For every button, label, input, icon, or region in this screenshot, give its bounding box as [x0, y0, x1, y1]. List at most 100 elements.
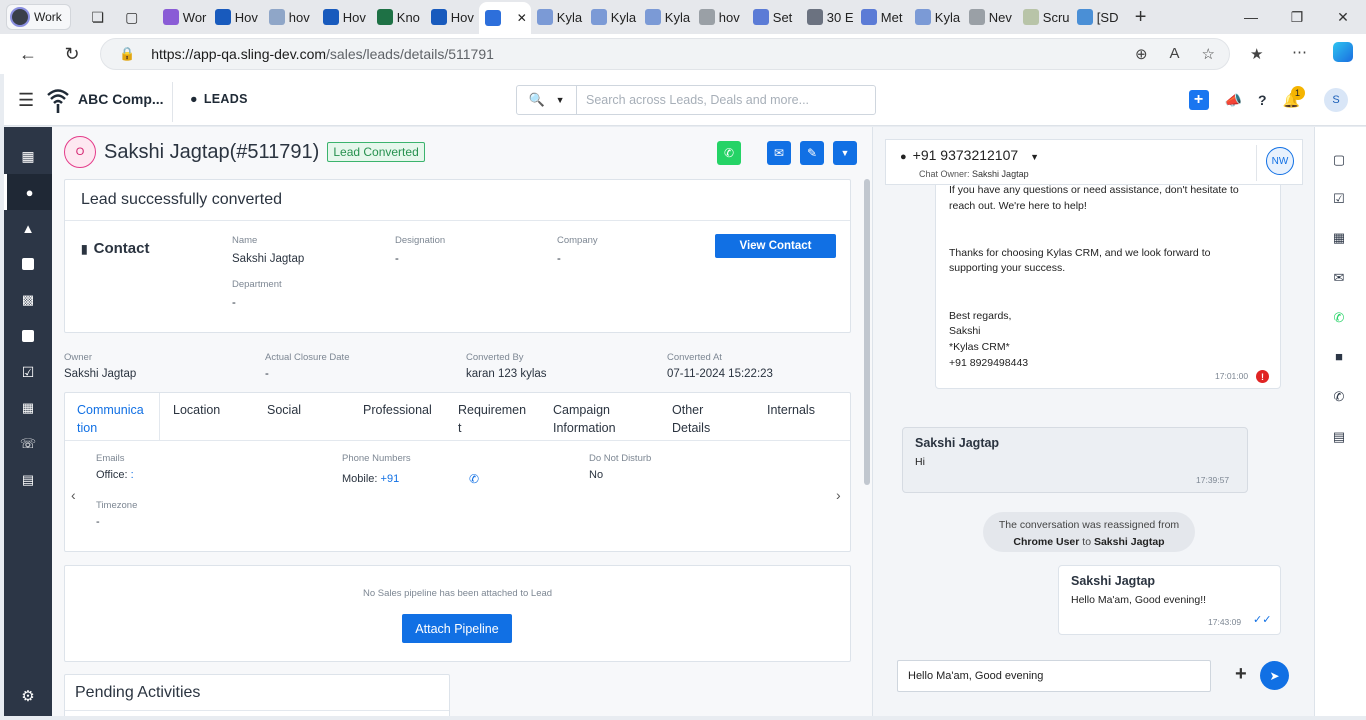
nav-dashboard[interactable]: ▦: [4, 138, 52, 174]
nav-calls[interactable]: ☏: [4, 426, 52, 462]
chevron-down-icon: ▼: [840, 148, 850, 158]
favorite-star-icon[interactable]: ☆: [1202, 45, 1215, 63]
browser-tab[interactable]: 30 E: [801, 3, 855, 31]
module-title: ● LEADS: [190, 92, 248, 106]
notes-icon[interactable]: ▢: [1329, 150, 1349, 170]
workspaces-icon[interactable]: ❏: [87, 6, 109, 28]
browser-tab[interactable]: hov: [693, 3, 747, 31]
refresh-button[interactable]: ↻: [56, 38, 88, 70]
person-icon: ●: [25, 184, 34, 200]
tab-location[interactable]: Location: [173, 401, 220, 419]
nav-companies[interactable]: ▩: [4, 282, 52, 318]
call-phone-icon[interactable]: ✆: [469, 472, 479, 486]
browser-tab[interactable]: Hov: [209, 3, 263, 31]
tab-social[interactable]: Social: [267, 401, 301, 419]
field-value: -: [232, 297, 236, 309]
tab-actions-icon[interactable]: ▢: [121, 6, 143, 28]
send-button[interactable]: ➤: [1260, 661, 1289, 690]
favorites-icon[interactable]: ★: [1250, 45, 1263, 63]
quick-add-button[interactable]: +: [1188, 90, 1209, 110]
browser-tab[interactable]: Nev: [963, 3, 1017, 31]
nav-leads[interactable]: ●: [4, 174, 52, 210]
url-field[interactable]: 🔒 https://app-qa.sling-dev.com/sales/lea…: [100, 38, 1230, 70]
email-button[interactable]: ✉: [767, 141, 791, 165]
browser-tab[interactable]: Hov: [425, 3, 479, 31]
browser-tab[interactable]: Met: [855, 3, 909, 31]
user-avatar[interactable]: S: [1324, 88, 1348, 112]
chat-bubble-icon[interactable]: ■: [1329, 346, 1349, 366]
tasks-icon[interactable]: ☑: [1329, 189, 1349, 209]
copilot-icon[interactable]: [1333, 42, 1353, 62]
chart-icon: ▤: [21, 472, 35, 487]
view-contact-button[interactable]: View Contact: [715, 234, 836, 258]
browser-tab[interactable]: Kyla: [639, 3, 693, 31]
error-icon[interactable]: !: [1256, 370, 1269, 383]
more-actions-button[interactable]: ▼: [833, 141, 857, 165]
more-menu-icon[interactable]: ⋯: [1292, 43, 1307, 61]
agent-avatar[interactable]: NW: [1266, 147, 1294, 175]
read-aloud-icon[interactable]: A: [1170, 45, 1180, 63]
tab-professional[interactable]: Professional: [363, 401, 432, 419]
main-scrollbar[interactable]: [864, 179, 870, 485]
lock-icon[interactable]: 🔒: [119, 46, 135, 62]
browser-tab[interactable]: Set: [747, 3, 801, 31]
browser-profile-button[interactable]: Work: [6, 4, 71, 30]
tab-label: hov: [718, 9, 740, 25]
message-line: If you have any questions or need assist…: [949, 185, 1239, 196]
browser-tab[interactable]: Kyla: [585, 3, 639, 31]
browser-tab[interactable]: [SD: [1071, 3, 1125, 31]
calendar-icon[interactable]: ▦: [1329, 228, 1349, 248]
restore-button[interactable]: ❐: [1274, 0, 1320, 34]
new-tab-button[interactable]: +: [1135, 6, 1147, 29]
notifications-button[interactable]: 🔔 1: [1283, 85, 1305, 109]
tab-favicon-icon: [322, 9, 339, 25]
scroll-left-arrow-icon[interactable]: ‹: [71, 487, 76, 503]
browser-tab[interactable]: Kyla: [531, 3, 585, 31]
nav-deals[interactable]: [4, 246, 52, 282]
message-input[interactable]: [897, 660, 1211, 692]
chat-messages[interactable]: If you have any questions or need assist…: [885, 185, 1303, 650]
close-window-button[interactable]: ✕: [1320, 0, 1366, 34]
scroll-right-arrow-icon[interactable]: ›: [836, 487, 841, 503]
folder-icon[interactable]: ▤: [1329, 427, 1349, 447]
browser-tab[interactable]: Hov: [317, 3, 371, 31]
browser-tab[interactable]: ✕: [478, 2, 531, 34]
browser-tab[interactable]: Scru: [1017, 3, 1071, 31]
tab-other-details[interactable]: Other Details: [672, 401, 710, 437]
browser-tab[interactable]: Kyla: [909, 3, 963, 31]
edit-button[interactable]: ✎: [800, 141, 824, 165]
help-icon[interactable]: ?: [1258, 92, 1267, 108]
search-input[interactable]: [577, 86, 875, 114]
whatsapp-icon[interactable]: ✆: [1329, 308, 1349, 328]
email-icon[interactable]: ✉: [1329, 268, 1349, 288]
nav-contacts[interactable]: ▲: [4, 210, 52, 246]
browser-tab[interactable]: Kno: [371, 3, 425, 31]
close-tab-icon[interactable]: ✕: [517, 11, 527, 25]
company-name[interactable]: ABC Comp...: [78, 91, 164, 107]
hamburger-menu-icon[interactable]: ☰: [18, 90, 34, 111]
tab-internals[interactable]: Internals: [767, 401, 815, 419]
minimize-button[interactable]: —: [1228, 0, 1274, 34]
nav-tasks[interactable]: ☑: [4, 354, 52, 390]
phone-icon[interactable]: ✆: [1329, 387, 1349, 407]
back-button[interactable]: ←: [12, 38, 44, 70]
nav-settings[interactable]: ⚙: [4, 678, 52, 714]
incoming-message-bubble: Sakshi Jagtap Hi 17:39:57: [902, 427, 1248, 493]
attach-plus-icon[interactable]: +: [1235, 663, 1247, 686]
tab-campaign-information[interactable]: Campaign Information: [553, 401, 616, 437]
browser-tab[interactable]: hov: [263, 3, 317, 31]
nav-reports[interactable]: ▤: [4, 462, 52, 498]
chat-phone-selector[interactable]: ● +91 9373212107 ▼: [900, 147, 1039, 163]
browser-tab[interactable]: Wor: [157, 3, 209, 31]
mobile-link[interactable]: +91: [381, 473, 400, 485]
nav-calendar[interactable]: ▦: [4, 390, 52, 426]
megaphone-icon[interactable]: 📣: [1225, 92, 1242, 109]
zoom-icon[interactable]: ⊕: [1135, 45, 1148, 63]
nav-quotes[interactable]: [4, 318, 52, 354]
attach-pipeline-button[interactable]: Attach Pipeline: [402, 614, 512, 643]
tab-communication[interactable]: Communica tion: [77, 401, 144, 437]
divider: [65, 220, 850, 221]
search-entity-dropdown[interactable]: 🔍 ▼: [517, 86, 577, 114]
whatsapp-button[interactable]: ✆: [717, 141, 741, 165]
tab-requirement[interactable]: Requiremen t: [458, 401, 526, 437]
